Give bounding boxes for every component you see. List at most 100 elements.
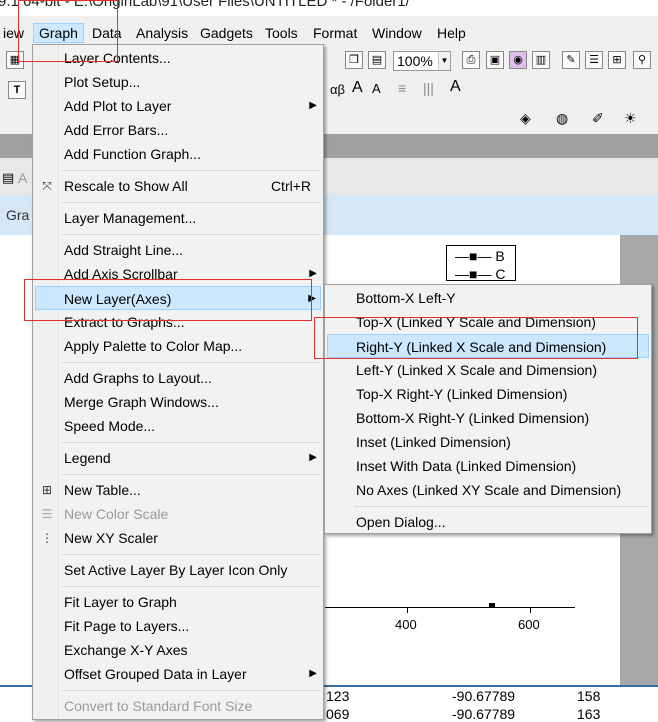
menu-item-label: Top-X (Linked Y Scale and Dimension) [356, 314, 596, 330]
duplicate-icon[interactable]: ❐ [345, 51, 363, 69]
menu-item-new-xy-scaler[interactable]: ⋮ New XY Scaler [35, 526, 321, 550]
menu-item-label: Extract to Graphs... [64, 314, 185, 330]
menu-item-exchange-xy-axes[interactable]: Exchange X-Y Axes [35, 638, 321, 662]
clipboard-icon[interactable]: ▤ [368, 51, 386, 69]
table-cell[interactable]: 069 [326, 706, 349, 722]
graph-window-title: Gra [6, 207, 30, 223]
fill-color-icon[interactable]: ◈ [520, 110, 531, 127]
align-icon[interactable]: ≡ [398, 80, 406, 96]
menu-item-fit-layer-to-graph[interactable]: Fit Layer to Graph [35, 590, 321, 614]
menu-item-add-plot-to-layer[interactable]: Add Plot to Layer ▶ [35, 94, 321, 118]
menu-item-extract-to-graphs[interactable]: Extract to Graphs... [35, 310, 321, 334]
menu-item-label: Legend [64, 450, 111, 466]
menu-item-new-color-scale[interactable]: ☰ New Color Scale [35, 502, 321, 526]
menu-separator [62, 690, 320, 691]
submenu-arrow-icon: ▶ [309, 100, 317, 111]
menu-item-add-graphs-to-layout[interactable]: Add Graphs to Layout... [35, 366, 321, 390]
menu-item-label: Add Error Bars... [64, 122, 169, 138]
grid-icon[interactable]: ⊞ [608, 51, 626, 69]
table-cell[interactable]: 158 [577, 688, 600, 704]
new-project-icon[interactable]: ▦ [6, 51, 24, 69]
menu-item-convert-font-size[interactable]: Convert to Standard Font Size [35, 694, 321, 718]
menu-separator [62, 234, 320, 235]
table-cell[interactable]: 163 [577, 706, 600, 722]
menu-item-label: Bottom-X Left-Y [356, 290, 456, 306]
submenu-item-top-x-right-y[interactable]: Top-X Right-Y (Linked Dimension) [327, 382, 649, 406]
submenu-item-bottom-x-left-y[interactable]: Bottom-X Left-Y [327, 286, 649, 310]
menu-item-plot-setup[interactable]: Plot Setup... [35, 70, 321, 94]
submenu-item-open-dialog[interactable]: Open Dialog... [327, 510, 649, 534]
edit-icon[interactable]: ✎ [562, 51, 580, 69]
print-icon[interactable]: ⎙ [462, 51, 480, 69]
menu-item-apply-palette[interactable]: Apply Palette to Color Map... [35, 334, 321, 358]
menu-item-new-table[interactable]: ⊞ New Table... [35, 478, 321, 502]
menu-item-fit-page-to-layers[interactable]: Fit Page to Layers... [35, 614, 321, 638]
layer-list-icon[interactable]: ☰ [585, 51, 603, 69]
greek-button[interactable]: αβ [330, 82, 345, 97]
increase-font-button[interactable]: A [352, 79, 363, 97]
menu-item-add-error-bars[interactable]: Add Error Bars... [35, 118, 321, 142]
menu-item-rescale-to-show-all[interactable]: ⤧ Rescale to Show All Ctrl+R [35, 174, 321, 198]
export-icon[interactable]: ▣ [486, 51, 504, 69]
menu-item-legend[interactable]: Legend ▶ [35, 446, 321, 470]
menu-view[interactable]: iew [0, 23, 29, 43]
line-color-icon[interactable]: ✐ [592, 110, 604, 127]
bar-pattern-icon[interactable]: ||| [423, 80, 434, 96]
film-icon[interactable]: ▥ [532, 51, 550, 69]
submenu-item-bottom-x-right-y[interactable]: Bottom-X Right-Y (Linked Dimension) [327, 406, 649, 430]
submenu-item-right-y[interactable]: Right-Y (Linked X Scale and Dimension) [327, 334, 649, 358]
menu-item-label: Speed Mode... [64, 418, 156, 434]
chevron-down-icon[interactable]: ▼ [438, 52, 450, 70]
menu-tools[interactable]: Tools [260, 23, 303, 43]
menu-data[interactable]: Data [87, 23, 127, 43]
menu-item-new-layer-axes[interactable]: New Layer(Axes) ▶ [35, 286, 321, 310]
menu-item-add-straight-line[interactable]: Add Straight Line... [35, 238, 321, 262]
tree-icon[interactable]: ⚲ [633, 51, 651, 69]
menu-gadgets[interactable]: Gadgets [195, 23, 258, 43]
graph-export-icon[interactable]: ◉ [509, 51, 527, 69]
brightness-icon[interactable]: ☀ [624, 110, 637, 127]
zoom-combo[interactable]: 100% ▼ [393, 51, 451, 71]
font-color-icon[interactable]: A [450, 78, 461, 96]
menu-item-add-function-graph[interactable]: Add Function Graph... [35, 142, 321, 166]
menu-shortcut: Ctrl+R [270, 178, 311, 194]
menu-help[interactable]: Help [432, 23, 471, 43]
menu-item-label: Right-Y (Linked X Scale and Dimension) [356, 339, 607, 355]
menu-item-add-axis-scrollbar[interactable]: Add Axis Scrollbar ▶ [35, 262, 321, 286]
menu-item-speed-mode[interactable]: Speed Mode... [35, 414, 321, 438]
menu-item-label: Open Dialog... [356, 514, 446, 530]
menu-item-merge-graph-windows[interactable]: Merge Graph Windows... [35, 390, 321, 414]
decrease-font-button[interactable]: A [372, 81, 381, 96]
table-cell[interactable]: -90.67789 [452, 688, 515, 704]
legend-symbol-icon: —■— [455, 266, 492, 282]
menu-item-label: Add Function Graph... [64, 146, 201, 162]
legend-entry: —■— C [455, 266, 505, 282]
table-icon: ⊞ [41, 483, 53, 497]
submenu-item-no-axes[interactable]: No Axes (Linked XY Scale and Dimension) [327, 478, 649, 502]
legend[interactable]: —■— B —■— C [446, 245, 516, 282]
submenu-item-inset-with-data[interactable]: Inset With Data (Linked Dimension) [327, 454, 649, 478]
menu-item-set-active-layer[interactable]: Set Active Layer By Layer Icon Only [35, 558, 321, 582]
menu-item-label: Convert to Standard Font Size [64, 698, 253, 714]
menu-item-label: Rescale to Show All [64, 178, 188, 194]
submenu-arrow-icon: ▶ [309, 268, 317, 279]
menu-analysis[interactable]: Analysis [131, 23, 193, 43]
x-tick [530, 607, 531, 613]
rescale-icon: ⤧ [42, 179, 52, 193]
menu-item-layer-contents[interactable]: Layer Contents... [35, 46, 321, 70]
menu-window[interactable]: Window [367, 23, 427, 43]
menu-format[interactable]: Format [308, 23, 362, 43]
text-tool-icon[interactable]: T [8, 81, 26, 99]
menu-item-label: Merge Graph Windows... [64, 394, 219, 410]
submenu-item-left-y[interactable]: Left-Y (Linked X Scale and Dimension) [327, 358, 649, 382]
menu-item-layer-management[interactable]: Layer Management... [35, 206, 321, 230]
pattern-icon[interactable]: ◍ [556, 110, 568, 127]
menu-graph[interactable]: Graph [33, 23, 84, 43]
submenu-item-top-x[interactable]: Top-X (Linked Y Scale and Dimension) [327, 310, 649, 334]
menu-separator [354, 506, 648, 507]
table-cell[interactable]: 123 [326, 688, 349, 704]
legend-label: C [495, 266, 506, 282]
table-cell[interactable]: -90.67789 [452, 706, 515, 722]
menu-item-offset-grouped-data[interactable]: Offset Grouped Data in Layer ▶ [35, 662, 321, 686]
submenu-item-inset[interactable]: Inset (Linked Dimension) [327, 430, 649, 454]
